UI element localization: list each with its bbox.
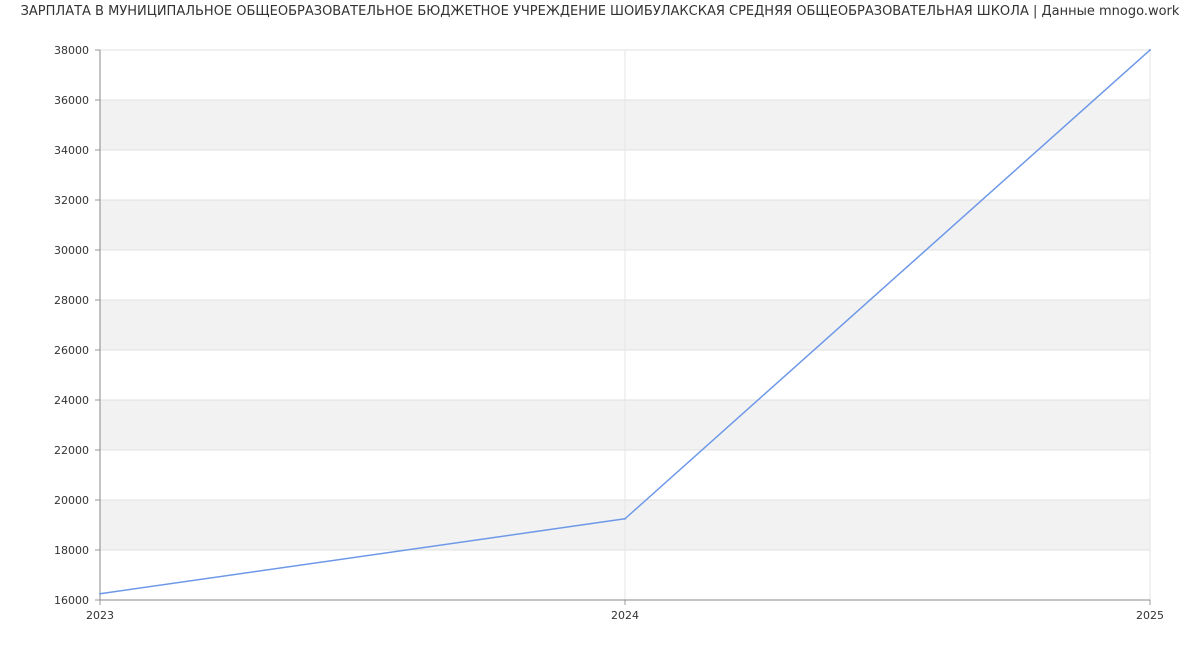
y-tick-label: 20000 xyxy=(54,494,89,507)
data-point xyxy=(99,592,101,595)
y-tick-label: 36000 xyxy=(54,94,89,107)
x-tick-label: 2025 xyxy=(1136,609,1164,622)
data-point xyxy=(624,517,626,520)
y-tick-label: 30000 xyxy=(54,244,89,257)
y-tick-labels: 16000 18000 20000 22000 24000 26000 28000 30000… xyxy=(54,44,89,607)
y-tick-label: 32000 xyxy=(54,194,89,207)
y-tick-label: 28000 xyxy=(54,294,89,307)
x-tick-label: 2023 xyxy=(86,609,114,622)
data-point xyxy=(1149,49,1151,51)
y-tick-label: 34000 xyxy=(54,144,89,157)
y-tick-label: 38000 xyxy=(54,44,89,57)
y-tick-label: 26000 xyxy=(54,344,89,357)
x-tick-label: 2024 xyxy=(611,609,639,622)
y-tick-label: 22000 xyxy=(54,444,89,457)
x-tick-labels: 2023 2024 2025 xyxy=(86,609,1164,622)
y-tick-label: 16000 xyxy=(54,594,89,607)
y-tick-label: 24000 xyxy=(54,394,89,407)
line-chart: 16000 18000 20000 22000 24000 26000 28000 30000… xyxy=(54,44,1164,622)
y-tick-label: 18000 xyxy=(54,544,89,557)
